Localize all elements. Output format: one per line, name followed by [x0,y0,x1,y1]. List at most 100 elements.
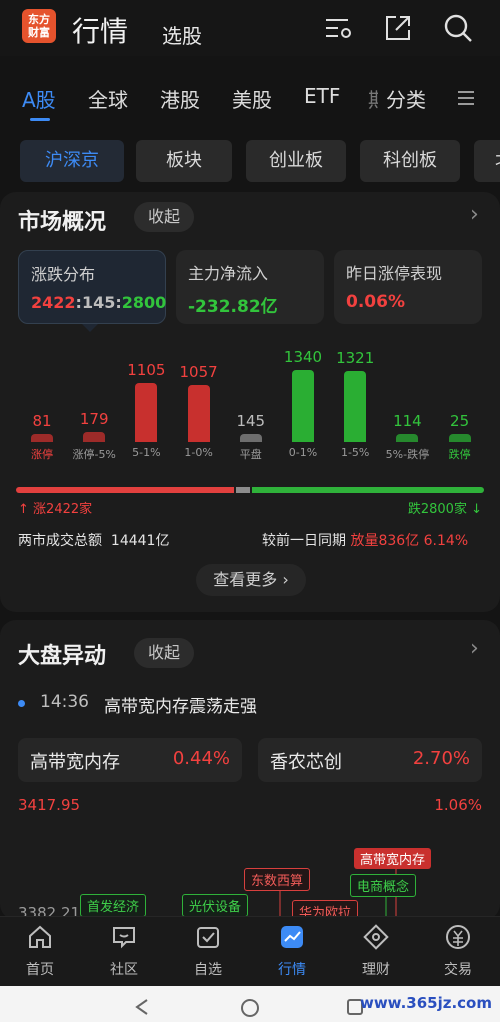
sector-card-hbm[interactable]: 高带宽内存 0.44% [18,738,242,782]
home-icon [29,925,51,948]
up-down-split-bar [16,487,484,493]
up-arrow-icon: ↑ [18,502,29,517]
market-overview-card: 市场概况 收起 › 涨跌分布 2422:145:2800 主力净流入 -232.… [0,192,500,612]
tab-star-market[interactable]: 科创板 [360,140,460,182]
down-total-text: 跌2800家 [407,502,467,517]
tab-bse-partial[interactable]: 北 [474,140,500,182]
news-time: 14:36 [40,692,89,712]
watchlist-icon [197,927,219,948]
rise-fall-distribution-card[interactable]: 涨跌分布 2422:145:2800 [18,250,166,324]
chevron-right-icon[interactable]: › [470,636,479,661]
page-title: 行情 [72,15,129,48]
tab-global[interactable]: 全球 [88,84,128,113]
search-icon[interactable] [442,12,474,44]
nav-label: 首页 [26,962,54,978]
tab-a-shares[interactable]: A股 [22,84,56,113]
tab-category[interactable]: 分类 [386,84,426,113]
bar-value-label: 114 [393,412,422,430]
turnover-value: 14441亿 [110,533,170,549]
index-pct: 1.06% [434,796,482,814]
split-up-segment [16,487,234,493]
nav-watchlist[interactable]: 自选 [178,923,238,979]
back-icon[interactable] [134,998,150,1016]
tab-us[interactable]: 美股 [232,84,272,113]
market-tabs: A股 全球 港股 美股 ETF 期 分类 [0,76,500,122]
home-circle-icon[interactable] [240,998,260,1018]
overview-title: 市场概况 [18,210,107,235]
market-movement-card: 大盘异动 收起 › 14:36 高带宽内存震荡走强 高带宽内存 0.44% 香农… [0,620,500,923]
watermark-text: www.365jz.com [359,994,492,1012]
chevron-right-icon[interactable]: › [470,202,479,227]
bar-category-label: 5-1% [132,446,161,459]
sector-name: 高带宽内存 [30,752,120,773]
distribution-bar [135,382,158,442]
tab-chinext[interactable]: 创业板 [246,140,346,182]
community-icon [113,927,135,949]
news-headline[interactable]: 高带宽内存震荡走强 [104,692,257,717]
tab-etf[interactable]: ETF [304,84,340,108]
bar-category-label: 涨停 [31,448,53,461]
nav-wealth[interactable]: 理财 [346,923,406,979]
distribution-bar [344,371,367,442]
distribution-bar [292,370,314,442]
overview-collapse-button[interactable]: 收起 [134,202,194,232]
tag-first-launch-economy[interactable]: 首发经济 [80,894,147,917]
distribution-bar [448,434,471,442]
settings-list-icon[interactable] [322,12,354,44]
tag-hbm[interactable]: 高带宽内存 [354,848,432,869]
movement-collapse-button[interactable]: 收起 [134,638,194,668]
app-logo[interactable]: 东方 财富 [22,9,56,43]
share-icon[interactable] [382,12,414,44]
up-total-label: ↑ 涨2422家 [18,498,92,517]
down-total-label: 跌2800家 ↓ [408,498,482,517]
nav-label: 交易 [444,962,472,978]
nav-community[interactable]: 社区 [94,923,154,979]
bar-value-label: 1340 [283,348,323,366]
nav-label: 社区 [110,962,138,978]
distribution-bar [83,432,106,442]
nav-market[interactable]: 行情 [262,923,322,979]
nav-trade[interactable]: 交易 [428,923,488,979]
bar-category-label: 1-5% [340,446,370,459]
tag-ecommerce[interactable]: 电商概念 [350,874,417,897]
nav-label: 行情 [278,962,306,978]
distribution-label: 涨跌分布 [31,265,96,284]
distribution-bar [31,434,53,442]
tag-pv-equipment[interactable]: 光伏设备 [182,894,249,917]
net-inflow-label: 主力净流入 [188,264,269,283]
bar-category-label: 5%-跌停 [385,448,430,461]
menu-icon[interactable] [456,88,476,108]
compare-label: 较前一日同期 [262,533,346,549]
tag-east-data[interactable]: 东数西算 [244,868,311,891]
nav-home[interactable]: 首页 [10,923,70,979]
limit-up-value: 0.06% [346,292,405,312]
bar-value-label: 1321 [336,349,375,368]
movement-title: 大盘异动 [18,644,107,669]
bar-value-label: 145 [236,412,266,430]
bar-value-label: 81 [32,412,52,430]
system-navigation-bar: www.365jz.com [0,986,500,1022]
flat-count: 145 [81,293,116,312]
tab-sh-sz-bj[interactable]: 沪深京 [20,140,124,182]
turnover-label: 两市成交总额 [18,533,102,549]
tab-hk[interactable]: 港股 [160,84,200,113]
bar-category-label: 0-1% [288,446,318,459]
tab-futures-partial[interactable]: 期 [368,84,378,113]
sector-pct: 2.70% [412,748,470,769]
bar-value-label: 1105 [127,360,166,379]
market-icon [281,926,303,948]
main-net-inflow-card[interactable]: 主力净流入 -232.82亿 [176,250,324,324]
distribution-bar-chart: 81 涨停 179 涨停-5% 1105 5-1% 1057 1-0% 145 平盘 1340 0-1… [0,342,500,472]
nav-label: 自选 [194,962,222,978]
tab-sectors[interactable]: 板块 [136,140,232,182]
trade-icon [446,925,470,949]
bar-value-label: 179 [79,410,109,429]
down-arrow-icon: ↓ [471,502,482,517]
stock-picker-link[interactable]: 选股 [162,20,202,49]
view-more-button[interactable]: 查看更多 › [196,564,306,596]
split-flat-segment [236,487,250,493]
sector-card-stock[interactable]: 香农芯创 2.70% [258,738,482,782]
limit-up-performance-card[interactable]: 昨日涨停表现 0.06% [334,250,482,324]
distribution-bar [187,385,210,442]
down-count: 2800 [121,293,167,312]
